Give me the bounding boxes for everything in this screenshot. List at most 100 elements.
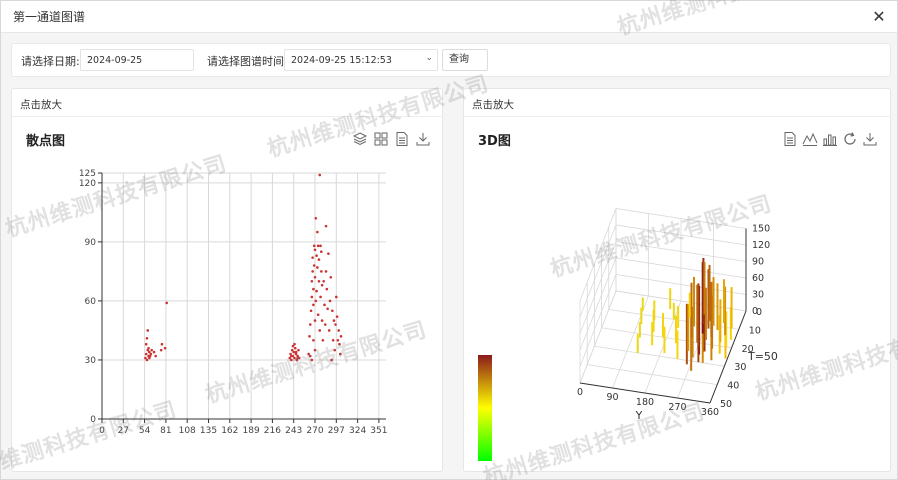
x-tick-label: 270: [668, 402, 686, 413]
scatter-point: [320, 283, 324, 287]
scatter-point: [327, 252, 330, 255]
scatter-point: [317, 258, 321, 261]
scatter-panel[interactable]: 点击放大 散点图 0 27 54 81 108 135 162 189 216 243 270 297…: [11, 88, 443, 472]
x-tick-label: 108: [179, 426, 196, 436]
scatter-point: [313, 319, 317, 322]
scatter-point: [308, 323, 312, 326]
grid-line: [709, 228, 747, 404]
close-icon[interactable]: ✕: [869, 7, 889, 27]
scatter-point: [311, 270, 314, 273]
x-tick-label: 324: [349, 426, 366, 436]
scatter-point: [323, 303, 326, 307]
y-tick-label: 30: [752, 290, 764, 301]
scatter-point: [332, 319, 336, 322]
scatter-point: [312, 287, 315, 291]
scatter-point: [316, 230, 319, 234]
scatter-point: [297, 348, 300, 352]
scatter-point: [325, 287, 329, 291]
3d-panel[interactable]: 点击放大 3D图 0 90 180 270 360 0 10 20 30 40 50 0 30 60 90 1…: [463, 88, 891, 472]
date-input[interactable]: 2024-09-25: [80, 49, 194, 71]
dialog-title-bar: 第一通道图谱 ✕: [1, 1, 897, 33]
scatter-point: [315, 254, 318, 257]
scatter-point: [331, 309, 334, 313]
chevron-down-icon: ⌄: [425, 53, 433, 63]
scatter-point: [326, 307, 329, 311]
x-tick-label: 297: [328, 426, 345, 436]
scatter-point: [324, 270, 328, 273]
scatter-point: [329, 276, 333, 279]
scatter-point: [335, 295, 338, 299]
scatter-point: [337, 329, 340, 332]
y-tick-label: 125: [79, 169, 96, 179]
scatter-point: [328, 299, 332, 303]
z-tick-label: 50: [720, 399, 732, 410]
scatter-point: [314, 216, 318, 220]
scatter-point: [160, 342, 164, 346]
scatter-point: [316, 266, 319, 269]
scatter-point: [150, 348, 153, 352]
scatter-point: [313, 248, 317, 252]
scatter-point: [333, 348, 337, 352]
scatter-point: [320, 270, 323, 273]
scatter-point: [338, 342, 341, 346]
scatter-point: [312, 338, 315, 342]
scatter-point: [152, 350, 156, 354]
scatter-point: [294, 350, 298, 354]
scatter-point: [319, 295, 322, 299]
x-tick-label: 180: [636, 397, 654, 408]
scatter-point: [310, 279, 314, 283]
scatter-point: [290, 354, 293, 358]
scatter-point: [311, 256, 314, 259]
filter-bar: 请选择日期: 2024-09-25 请选择图谱时间: 2024-09-25 15…: [11, 43, 891, 77]
scatter-point: [309, 309, 313, 313]
y-tick-label: 0: [752, 306, 758, 317]
x-tick-label: 189: [243, 426, 260, 436]
time-select-value: 2024-09-25 15:12:53: [291, 55, 392, 66]
x-tick-label: 27: [118, 426, 129, 436]
x-tick-label: 90: [606, 392, 618, 403]
date-label: 请选择日期:: [21, 55, 80, 68]
color-legend: [478, 355, 492, 461]
scatter-point: [318, 329, 322, 332]
x-tick-label: 360: [701, 407, 719, 418]
scatter-point: [145, 337, 149, 340]
x-axis-label: Y: [635, 409, 643, 422]
x-tick-label: 270: [306, 426, 323, 436]
scatter-point: [292, 350, 296, 354]
scatter-point: [163, 346, 167, 350]
y-tick-label: 90: [752, 257, 764, 268]
scatter-point: [147, 346, 150, 350]
scatter-point: [144, 342, 148, 346]
scatter-point: [338, 352, 342, 356]
x-tick-label: 0: [577, 387, 583, 398]
scatter-point: [149, 352, 153, 356]
scatter-chart: 0 27 54 81 108 135 162 189 216 243 270 297 324 351 0 30…: [79, 169, 388, 436]
query-button[interactable]: 查询: [442, 49, 488, 71]
scatter-point: [322, 279, 325, 283]
scatter-point: [324, 224, 328, 228]
scatter-point: [321, 338, 325, 342]
scatter-point: [312, 244, 316, 248]
y-tick-label: 30: [85, 356, 97, 366]
x-tick-label: 162: [221, 426, 238, 436]
scatter-point: [336, 338, 340, 342]
x-tick-label: 81: [160, 426, 171, 436]
scatter-point: [313, 276, 317, 279]
z-tick-label: 10: [749, 325, 761, 336]
x-tick-label: 54: [139, 426, 151, 436]
scatter-point: [320, 319, 324, 322]
scatter-point: [165, 301, 168, 305]
scatter-point: [308, 335, 311, 338]
y-tick-label: 120: [752, 240, 770, 251]
scatter-point: [290, 358, 293, 362]
time-select[interactable]: 2024-09-25 15:12:53 ⌄: [284, 49, 438, 71]
scatter-point: [308, 354, 312, 358]
grid-line: [644, 218, 682, 394]
time-label: 请选择图谱时间:: [207, 55, 288, 68]
z-tick-label: 30: [734, 362, 746, 373]
z-axis-label: T=50: [747, 350, 778, 363]
scatter-point: [312, 264, 316, 267]
x-tick-label: 135: [200, 426, 217, 436]
scatter-point: [316, 244, 320, 248]
spectrum-dialog: 第一通道图谱 ✕ 请选择日期: 2024-09-25 请选择图谱时间: 2024…: [0, 0, 898, 480]
